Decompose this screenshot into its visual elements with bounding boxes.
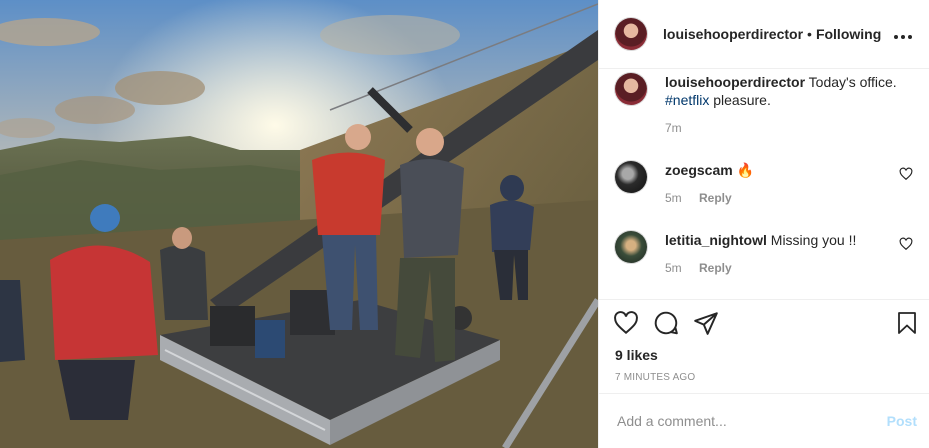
author-avatar[interactable] bbox=[615, 18, 647, 50]
more-icon[interactable] bbox=[893, 24, 913, 45]
comment-username[interactable]: letitia_nightowl bbox=[665, 232, 767, 248]
post-photo[interactable] bbox=[0, 0, 598, 448]
like-heart-icon[interactable] bbox=[613, 310, 639, 336]
caption-row: louisehooperdirector Today's office. #ne… bbox=[615, 73, 913, 135]
post-side-panel: louisehooperdirector • Following louiseh… bbox=[598, 0, 929, 448]
reply-button[interactable]: Reply bbox=[699, 261, 732, 275]
comment-body: letitia_nightowl Missing you !! 5m Reply bbox=[665, 231, 856, 275]
action-icons bbox=[613, 310, 919, 340]
post-actions: 9 likes 7 MINUTES AGO bbox=[599, 299, 929, 393]
save-bookmark-icon[interactable] bbox=[895, 310, 919, 336]
caption-meta: 7m bbox=[665, 121, 897, 135]
reply-button[interactable]: Reply bbox=[699, 191, 732, 205]
post-comment-button[interactable]: Post bbox=[887, 413, 917, 429]
comment-like-heart-icon[interactable] bbox=[899, 237, 913, 251]
post-timestamp[interactable]: 7 MINUTES AGO bbox=[615, 372, 695, 383]
comment-like-heart-icon[interactable] bbox=[899, 167, 913, 181]
caption-username[interactable]: louisehooperdirector bbox=[665, 74, 805, 90]
comment-body: zoegscam 🔥 5m Reply bbox=[665, 161, 754, 205]
comment-username[interactable]: zoegscam bbox=[665, 162, 733, 178]
share-paper-plane-icon[interactable] bbox=[693, 310, 719, 336]
comments-section: louisehooperdirector Today's office. #ne… bbox=[599, 70, 929, 299]
instagram-post: louisehooperdirector • Following louiseh… bbox=[0, 0, 929, 448]
caption-time[interactable]: 7m bbox=[665, 121, 682, 135]
more-dots-icon bbox=[894, 34, 912, 39]
add-comment-bar: Post bbox=[599, 393, 929, 448]
following-button[interactable]: Following bbox=[816, 26, 881, 42]
comment-text: 🔥 bbox=[736, 162, 755, 178]
caption-text: Today's office. bbox=[808, 74, 897, 90]
comment-bubble-icon[interactable] bbox=[653, 310, 679, 336]
add-comment-input[interactable] bbox=[615, 412, 887, 430]
post-header: louisehooperdirector • Following bbox=[599, 0, 929, 69]
header-separator: • bbox=[807, 26, 812, 42]
comment-row: letitia_nightowl Missing you !! 5m Reply bbox=[615, 231, 913, 275]
likes-count[interactable]: 9 likes bbox=[615, 347, 658, 363]
comment-text: Missing you !! bbox=[770, 232, 857, 248]
comment-meta: 5m Reply bbox=[665, 191, 754, 205]
commenter-avatar[interactable] bbox=[615, 161, 647, 193]
caption-avatar[interactable] bbox=[615, 73, 647, 105]
author-username[interactable]: louisehooperdirector bbox=[663, 26, 803, 42]
commenter-avatar[interactable] bbox=[615, 231, 647, 263]
comment-time[interactable]: 5m bbox=[665, 191, 682, 205]
film-set-photo bbox=[0, 0, 598, 448]
comment-row: zoegscam 🔥 5m Reply bbox=[615, 161, 913, 205]
comment-meta: 5m Reply bbox=[665, 261, 856, 275]
caption-body: louisehooperdirector Today's office. #ne… bbox=[665, 73, 897, 135]
caption-text-after: pleasure. bbox=[713, 92, 771, 108]
caption-hashtag[interactable]: #netflix bbox=[665, 92, 709, 108]
comment-time[interactable]: 5m bbox=[665, 261, 682, 275]
